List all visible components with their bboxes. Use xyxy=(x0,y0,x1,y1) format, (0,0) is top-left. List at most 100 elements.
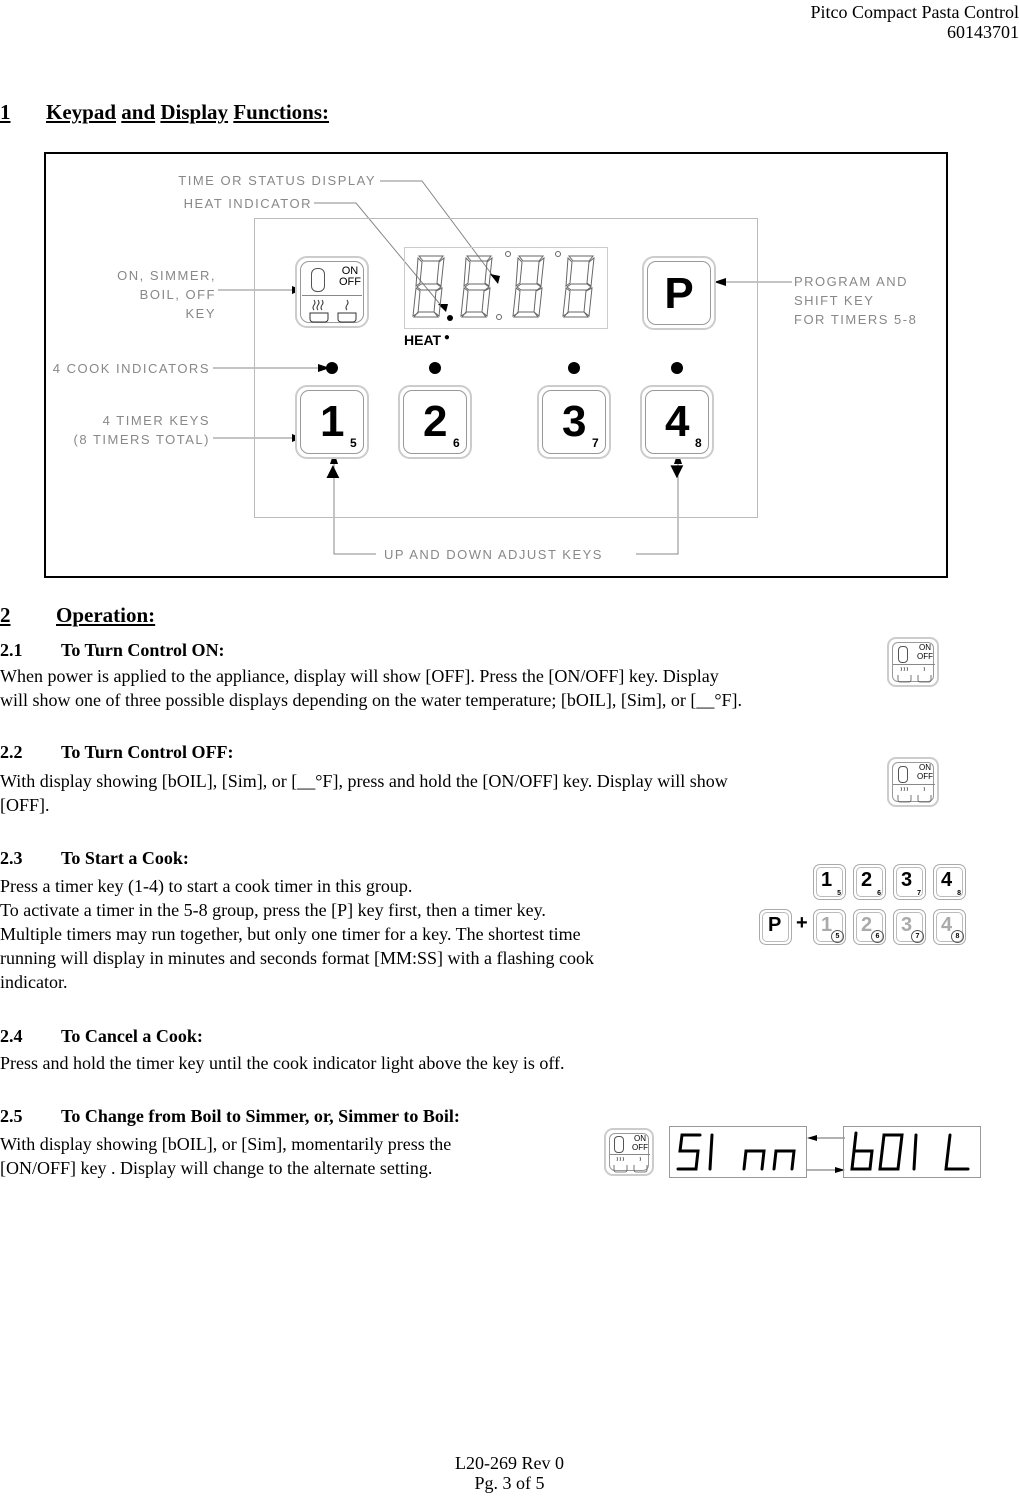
body-line: Multiple timers may run together, but on… xyxy=(0,924,581,944)
key-shift: 6 xyxy=(871,930,884,943)
callout-adjust-keys: UP AND DOWN ADJUST KEYS xyxy=(384,547,603,562)
plus-sign: + xyxy=(796,912,808,934)
callout-line: (8 TIMERS TOTAL) xyxy=(73,432,210,447)
callout-line: 4 TIMER KEYS xyxy=(102,413,210,428)
header-part-number: 60143701 xyxy=(947,22,1019,42)
callout-heat-indicator: HEAT INDICATOR xyxy=(183,196,312,211)
timer-key-1[interactable]: 1 5 xyxy=(295,385,369,459)
cook-indicator-3 xyxy=(568,362,580,374)
key-shift: 6 xyxy=(877,890,881,897)
subsection-number: 2.3 xyxy=(0,848,23,868)
timer-key-4[interactable]: 4 8 xyxy=(640,385,714,459)
section-number: 2 xyxy=(0,603,11,627)
on-off-key-icon: ON OFF xyxy=(604,1128,654,1176)
subsection-number: 2.5 xyxy=(0,1106,23,1126)
boil-simmer-icon xyxy=(309,299,357,323)
digit-2 xyxy=(460,255,493,318)
key-shift: 7 xyxy=(911,930,924,943)
body-line: running will display in minutes and seco… xyxy=(0,948,594,968)
title-word: Display xyxy=(160,100,229,124)
subsection-2-1-heading: 2.1 To Turn Control ON: xyxy=(0,640,500,662)
power-switch-icon xyxy=(614,1136,624,1153)
subsection-title: To Cancel a Cook: xyxy=(61,1026,203,1046)
heat-text: HEAT xyxy=(404,332,442,348)
key-divider xyxy=(302,295,362,296)
sim-display-segments xyxy=(676,1133,796,1171)
on-off-key[interactable]: ON OFF xyxy=(295,256,369,328)
title-word: Keypad xyxy=(46,100,117,124)
subsection-2-2-heading: 2.2 To Turn Control OFF: xyxy=(0,742,500,764)
time-status-display xyxy=(404,247,608,329)
program-key[interactable]: P xyxy=(642,256,716,330)
callout-line: FOR TIMERS 5-8 xyxy=(794,312,918,327)
callout-line: SHIFT KEY xyxy=(794,293,875,308)
boil-simmer-icon xyxy=(613,1156,648,1173)
timer-key-main-label: 4 xyxy=(665,397,690,446)
on-off-key-icon: ON OFF xyxy=(887,637,939,687)
timer-key-3[interactable]: 3 7 xyxy=(537,385,611,459)
subsection-title: To Turn Control OFF: xyxy=(61,742,234,762)
key-main: 4 xyxy=(941,869,953,891)
on-label: ON xyxy=(634,1134,646,1143)
off-label: OFF xyxy=(632,1143,648,1152)
document-footer: L20-269 Rev 0 Pg. 3 of 5 xyxy=(0,1453,1019,1493)
key-shift: 5 xyxy=(831,930,844,943)
on-off-label: ON OFF xyxy=(917,763,933,781)
subsection-2-5-heading: 2.5 To Change from Boil to Simmer, or, S… xyxy=(0,1106,600,1128)
body-line: [ON/OFF] key . Display will change to th… xyxy=(0,1158,433,1178)
timer-key-main-label: 3 xyxy=(562,397,587,446)
sim-display xyxy=(669,1126,807,1178)
down-arrow-icon[interactable]: ▼ xyxy=(666,458,688,484)
timer-key-main-label: 2 xyxy=(423,397,448,446)
body-line: indicator. xyxy=(0,972,68,992)
toggle-arrows-icon xyxy=(807,1135,845,1173)
section-title: Operation: xyxy=(56,603,156,627)
timer-key-main-label: 1 xyxy=(320,397,345,446)
callout-line: BOIL, OFF xyxy=(139,287,216,302)
callout-program-key: PROGRAM AND SHIFT KEY FOR TIMERS 5-8 xyxy=(794,272,917,329)
key-shift: 8 xyxy=(957,890,961,897)
footer-doc-id: L20-269 Rev 0 xyxy=(455,1453,564,1473)
up-arrow-icon[interactable]: ▲ xyxy=(322,458,344,484)
subsection-title: To Change from Boil to Simmer, or, Simme… xyxy=(61,1106,460,1126)
callout-on-off-key: ON, SIMMER, BOIL, OFF KEY xyxy=(66,266,216,323)
digit-1 xyxy=(412,255,445,318)
power-switch-icon xyxy=(898,646,908,663)
timer-key-3-icon: 37 xyxy=(893,864,926,900)
on-off-key-icon: ON OFF xyxy=(887,757,939,807)
keypad-diagram: TIME OR STATUS DISPLAY HEAT INDICATOR ON… xyxy=(44,152,948,578)
key-shift: 5 xyxy=(837,890,841,897)
timer-key-shift-label: 5 xyxy=(350,436,357,450)
key-shift: 8 xyxy=(951,930,964,943)
callout-line: ON, SIMMER, xyxy=(117,268,216,283)
boil-simmer-icon xyxy=(897,786,932,803)
cook-indicator-2 xyxy=(429,362,441,374)
document-header: Pitco Compact Pasta Control 60143701 xyxy=(811,2,1019,42)
subsection-number: 2.2 xyxy=(0,742,23,762)
on-label: ON xyxy=(919,643,931,652)
timer-key-8-icon: 48 xyxy=(933,909,966,945)
timer-key-5-icon: 15 xyxy=(813,909,846,945)
subsection-2-5-body: With display showing [bOIL], or [Sim], m… xyxy=(0,1132,580,1180)
body-line: will show one of three possible displays… xyxy=(0,690,743,710)
body-line: When power is applied to the appliance, … xyxy=(0,666,719,686)
footer-page-number: Pg. 3 of 5 xyxy=(474,1473,545,1493)
title-word: and xyxy=(121,100,156,124)
timer-key-2[interactable]: 2 6 xyxy=(398,385,472,459)
heat-label: HEAT ● xyxy=(404,332,450,348)
subsection-2-4-body: Press and hold the timer key until the c… xyxy=(0,1051,720,1075)
callout-line: KEY xyxy=(185,306,216,321)
timer-key-shift-label: 6 xyxy=(453,436,460,450)
timer-key-4-icon: 48 xyxy=(933,864,966,900)
off-label: OFF xyxy=(917,772,933,781)
key-main: P xyxy=(768,914,782,936)
power-switch-icon xyxy=(898,766,908,783)
timer-key-shift-label: 8 xyxy=(695,436,702,450)
seven-segment-digits xyxy=(412,251,595,321)
subsection-2-2-body: With display showing [bOIL], [Sim], or [… xyxy=(0,769,880,817)
callout-timer-keys: 4 TIMER KEYS (8 TIMERS TOTAL) xyxy=(46,411,210,449)
on-off-label: ON OFF xyxy=(917,643,933,661)
off-label: OFF xyxy=(339,276,361,288)
section-title: Keypad and Display Functions: xyxy=(46,100,329,125)
section-1-heading: 1 Keypad and Display Functions: xyxy=(0,100,600,126)
